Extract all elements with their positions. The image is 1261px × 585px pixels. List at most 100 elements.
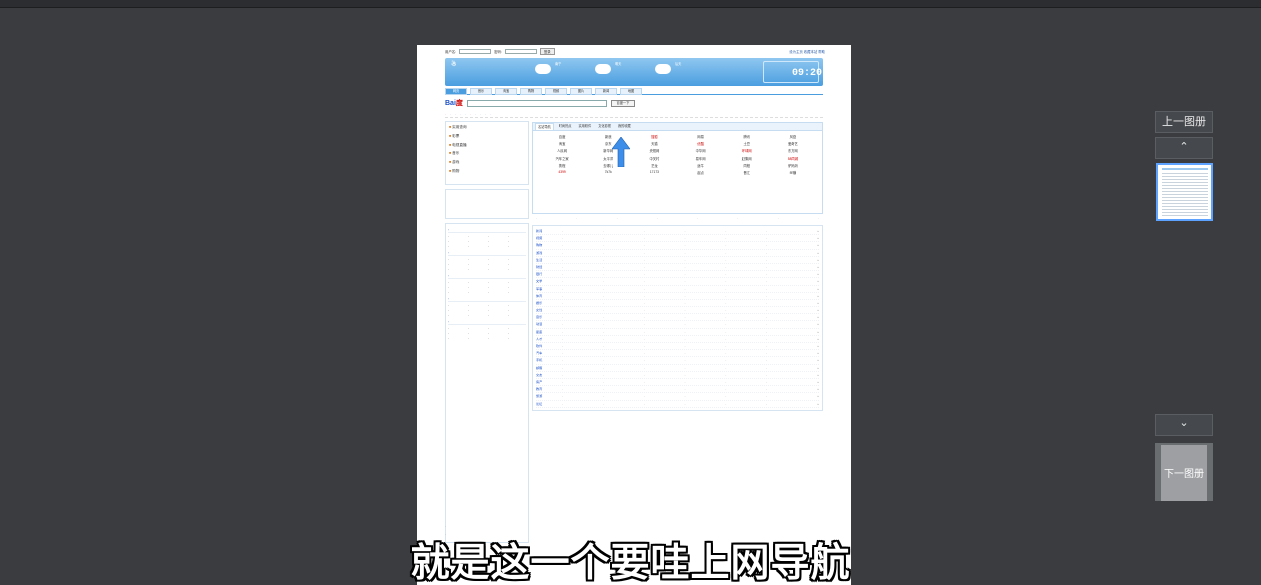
site-link[interactable]: 驴妈妈 (770, 163, 816, 168)
category-link[interactable]: · (644, 393, 685, 400)
category-link[interactable]: · (644, 271, 685, 278)
category-link[interactable]: · (603, 286, 644, 293)
more-link[interactable]: » (807, 307, 819, 314)
category-link[interactable]: · (644, 372, 685, 379)
category-link[interactable]: · (603, 314, 644, 321)
category-link[interactable]: · (725, 386, 766, 393)
tab-music[interactable]: 音乐 (470, 88, 492, 95)
category-link[interactable]: · (603, 336, 644, 343)
category-link[interactable]: · (644, 336, 685, 343)
category-label[interactable]: 软件 (536, 343, 562, 350)
category-label[interactable]: 音乐 (536, 314, 562, 321)
category-link[interactable]: · (766, 350, 807, 357)
category-label[interactable]: 星座 (536, 329, 562, 336)
category-link[interactable]: · (603, 264, 644, 271)
category-link[interactable]: · (684, 336, 725, 343)
tab-hot[interactable]: 时尚热点 (557, 123, 574, 130)
tab-web[interactable]: 网页 (445, 88, 467, 95)
left-menu-item[interactable]: 音乐 (449, 151, 525, 160)
more-link[interactable]: » (807, 264, 819, 271)
site-link[interactable]: 汽车之家 (539, 156, 585, 161)
category-label[interactable]: 人才 (536, 336, 562, 343)
category-link[interactable]: · (766, 372, 807, 379)
category-link[interactable]: · (562, 393, 603, 400)
site-link[interactable]: 搜狐 (631, 134, 677, 139)
category-link[interactable]: · (725, 235, 766, 242)
category-link[interactable]: · (603, 386, 644, 393)
category-link[interactable]: · (725, 365, 766, 372)
site-link[interactable]: 17173 (631, 170, 677, 175)
category-link[interactable]: · (562, 250, 603, 257)
category-link[interactable]: · (725, 321, 766, 328)
category-link[interactable]: · (644, 264, 685, 271)
category-link[interactable]: · (766, 314, 807, 321)
category-link[interactable]: · (562, 343, 603, 350)
category-link[interactable]: · (562, 307, 603, 314)
category-link[interactable]: · (725, 286, 766, 293)
category-link[interactable]: · (603, 372, 644, 379)
site-link[interactable]: 天猫 (631, 141, 677, 146)
site-link[interactable]: 赶集网 (724, 156, 770, 161)
category-link[interactable]: · (766, 365, 807, 372)
category-label[interactable]: 购物 (536, 242, 562, 249)
category-link[interactable]: · (725, 336, 766, 343)
username-field[interactable] (459, 48, 492, 54)
category-link[interactable]: · (644, 257, 685, 264)
category-link[interactable]: · (725, 257, 766, 264)
category-link[interactable]: · (603, 278, 644, 285)
category-link[interactable]: · (684, 228, 725, 235)
category-link[interactable]: · (644, 300, 685, 307)
category-label[interactable]: 新闻 (536, 228, 562, 235)
category-link[interactable]: · (684, 314, 725, 321)
more-link[interactable]: » (807, 271, 819, 278)
more-link[interactable]: » (807, 314, 819, 321)
more-link[interactable]: » (807, 365, 819, 372)
category-link[interactable]: · (725, 372, 766, 379)
category-link[interactable]: · (684, 278, 725, 285)
category-link[interactable]: · (644, 350, 685, 357)
category-link[interactable]: · (562, 314, 603, 321)
category-link[interactable]: · (562, 365, 603, 372)
category-link[interactable]: · (766, 242, 807, 249)
more-link[interactable]: » (807, 343, 819, 350)
tab-map[interactable]: 地图 (620, 88, 642, 95)
category-link[interactable]: · (766, 293, 807, 300)
category-link[interactable]: · (725, 293, 766, 300)
site-link[interactable]: 环球网 (724, 148, 770, 153)
tab-software[interactable]: 实用软件 (577, 123, 594, 130)
category-link[interactable]: · (562, 357, 603, 364)
next-album-thumbnail[interactable]: 下一图册 (1155, 443, 1213, 501)
left-menu-item[interactable]: 购物 (449, 169, 525, 178)
site-link[interactable]: 优酷 (678, 141, 724, 146)
site-link[interactable]: 土豆 (724, 141, 770, 146)
category-label[interactable]: 论坛 (536, 401, 562, 408)
chevron-down-icon[interactable]: ⌄ (1155, 414, 1213, 436)
category-link[interactable]: · (562, 372, 603, 379)
site-link[interactable]: 纵横 (770, 170, 816, 175)
more-link[interactable]: » (807, 242, 819, 249)
category-link[interactable]: · (644, 343, 685, 350)
category-link[interactable]: · (684, 293, 725, 300)
category-link[interactable]: · (644, 357, 685, 364)
category-link[interactable]: · (725, 271, 766, 278)
category-link[interactable]: · (766, 401, 807, 408)
tab-shopping[interactable]: 购物 (520, 88, 542, 95)
category-link[interactable]: · (562, 278, 603, 285)
site-link[interactable]: 网易 (678, 134, 724, 139)
site-link[interactable]: 东方网 (770, 148, 816, 153)
category-link[interactable]: · (603, 401, 644, 408)
password-field[interactable] (504, 48, 537, 54)
category-link[interactable]: · (644, 321, 685, 328)
current-thumbnail[interactable] (1156, 163, 1213, 221)
site-link[interactable]: 百度 (539, 134, 585, 139)
category-link[interactable]: · (562, 242, 603, 249)
category-link[interactable]: · (603, 329, 644, 336)
category-link[interactable]: · (684, 372, 725, 379)
site-link[interactable]: 起点 (678, 170, 724, 175)
category-link[interactable]: · (766, 307, 807, 314)
category-link[interactable]: · (684, 365, 725, 372)
site-link[interactable]: 7k7k (585, 170, 631, 175)
site-link[interactable]: 4399 (539, 170, 585, 175)
category-link[interactable]: · (644, 401, 685, 408)
category-link[interactable]: · (603, 357, 644, 364)
